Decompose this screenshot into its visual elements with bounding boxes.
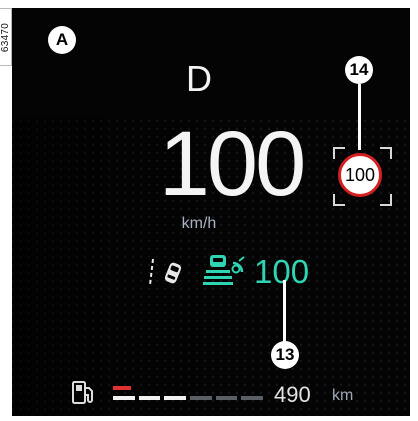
lane-assist-icon	[149, 258, 182, 286]
adaptive-cruise-icon	[203, 255, 245, 285]
figure-frame: 63470 A D 100 km/h 100 14 100 13 490 km	[0, 0, 418, 421]
callout-14-leader-line	[358, 84, 361, 150]
callout-a: A	[48, 26, 76, 54]
fuel-segment-empty	[215, 396, 238, 400]
callout-a-label: A	[55, 30, 69, 49]
sign-frame-corner	[333, 194, 345, 206]
fuel-segment-empty	[190, 396, 212, 400]
fuel-pump-icon	[72, 381, 93, 404]
driving-range-value: 490	[274, 382, 311, 407]
fuel-segment-filled	[138, 396, 161, 400]
driving-range-unit: km	[332, 387, 354, 404]
fuel-level-bar	[113, 396, 263, 402]
gear-indicator: D	[186, 58, 212, 99]
speed-unit: km/h	[181, 215, 217, 232]
sign-frame-corner	[380, 147, 392, 159]
callout-13-label: 13	[275, 345, 295, 364]
callout-14: 14	[345, 56, 373, 84]
reference-number: 63470	[0, 22, 11, 52]
speedometer-value: 100	[158, 113, 307, 215]
callout-13-leader-line	[283, 280, 286, 342]
sign-frame-corner	[380, 194, 392, 206]
speed-limit-value: 100	[344, 164, 376, 185]
fuel-segment-empty	[241, 396, 263, 400]
callout-14-label: 14	[349, 60, 369, 79]
fuel-reserve-marker	[113, 386, 131, 390]
cruise-set-speed: 100	[254, 253, 310, 290]
fuel-segment-filled	[113, 396, 135, 400]
sign-frame-corner	[333, 147, 345, 159]
fuel-segment-filled	[164, 396, 186, 400]
speed-limit-sign: 100	[338, 153, 382, 197]
callout-13: 13	[271, 341, 299, 369]
